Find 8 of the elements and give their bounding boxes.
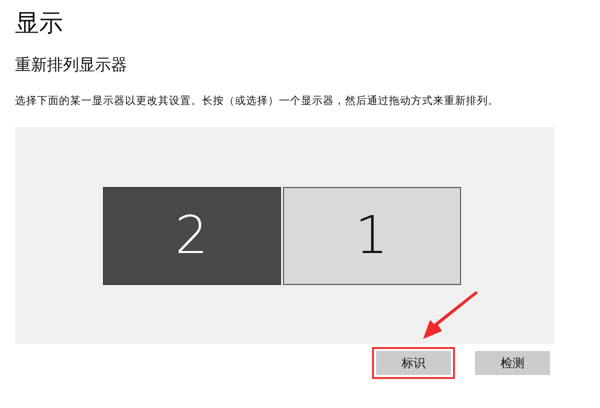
page-title: 显示 (15, 8, 63, 38)
action-button[interactable]: 标识 (376, 351, 451, 375)
monitor-tile[interactable]: 2 (102, 186, 280, 284)
action-button[interactable]: 检测 (475, 351, 550, 375)
section-title: 重新排列显示器 (15, 54, 127, 76)
monitor-tile[interactable]: 1 (282, 186, 460, 284)
arrow-icon (420, 291, 480, 341)
description: 选择下面的某一显示器以更改其设置。长按（或选择）一个显示器，然后通过拖动方式来重新排列。 (15, 94, 499, 108)
